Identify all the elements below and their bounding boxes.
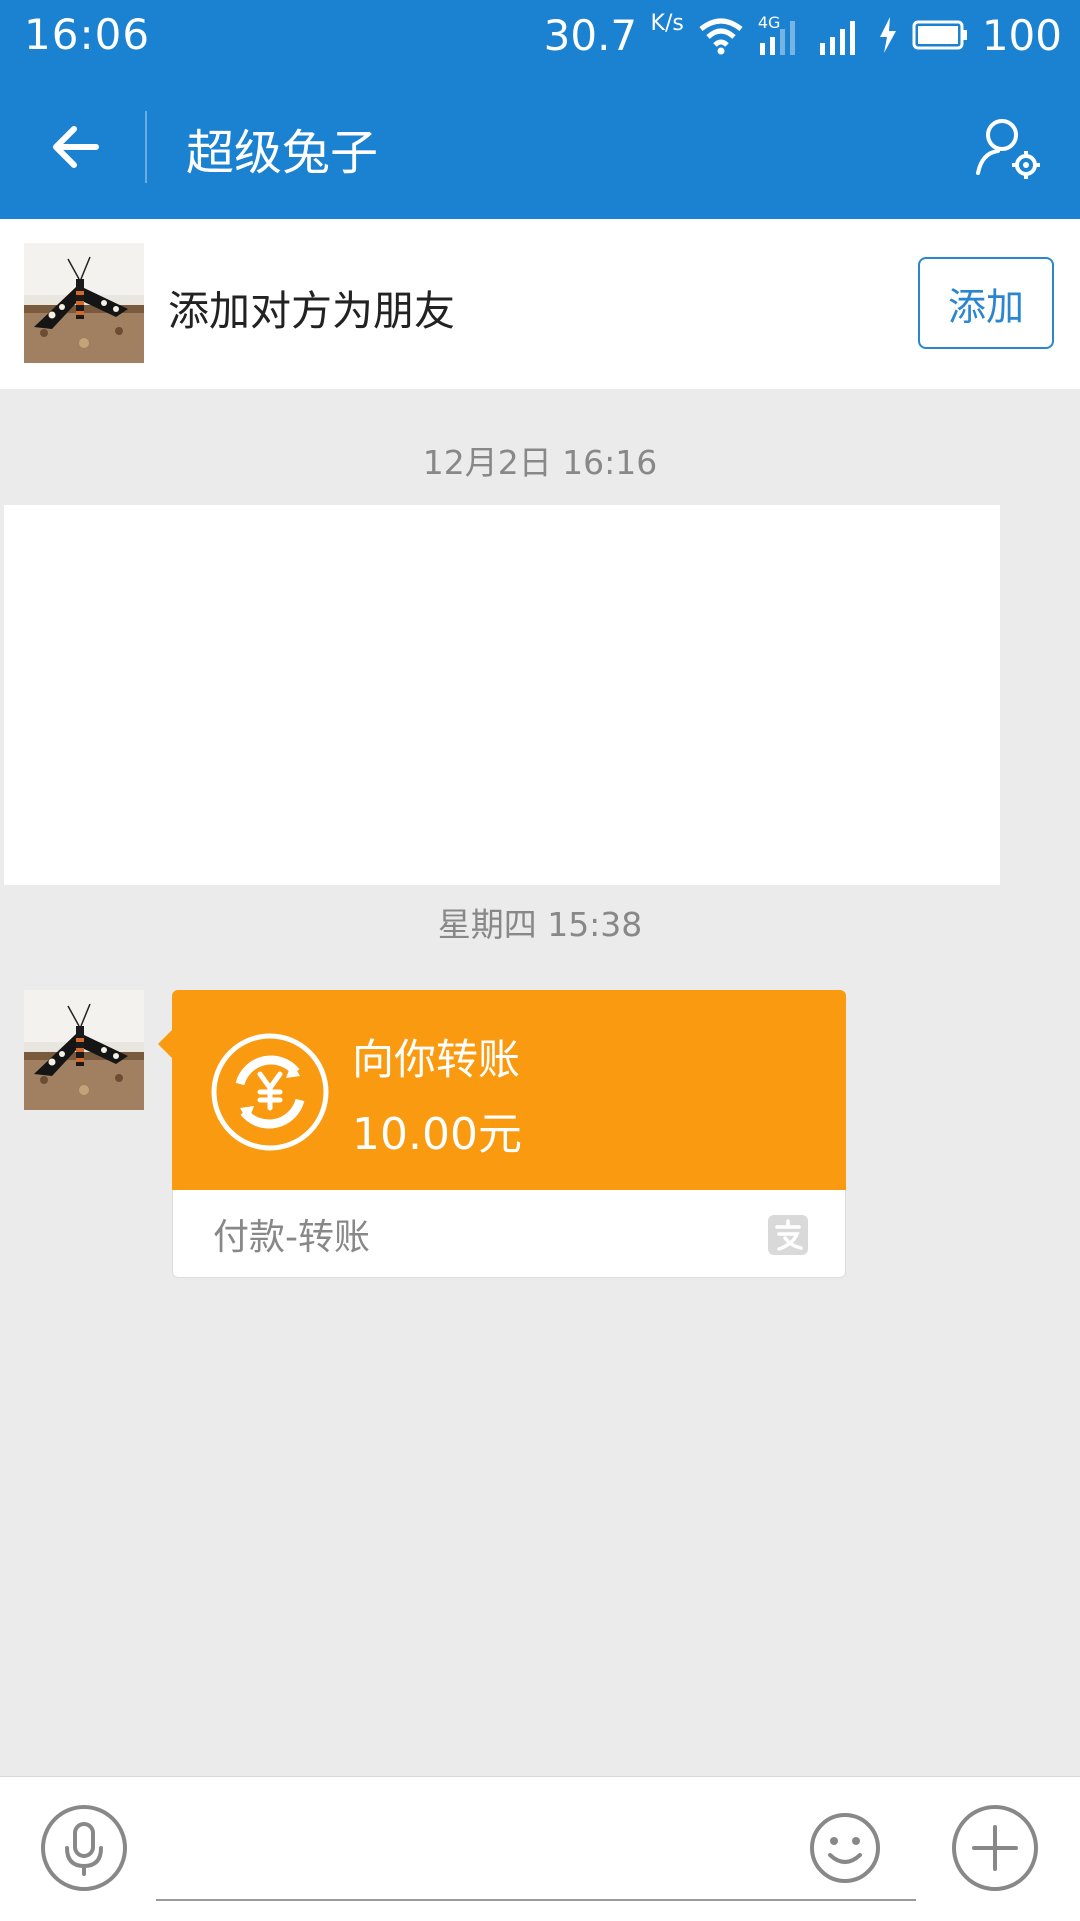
signal-icon [819,21,855,55]
avatar[interactable] [24,243,144,363]
transfer-yuan-icon [211,1033,329,1151]
add-friend-text: 添加对方为朋友 [168,287,455,335]
input-bar [0,1776,1080,1921]
network-speed-value: 30.7 [543,10,638,60]
add-friend-button[interactable]: 添加 [918,257,1054,349]
battery-icon [912,20,967,50]
network-speed-unit: K/s [650,10,684,36]
network-speed: 30.7 K/s [544,11,684,60]
charging-icon [879,17,896,53]
alipay-logo-icon [768,1215,808,1255]
timestamp: 星期四 15:38 [437,905,643,944]
status-time: 16:06 [24,10,151,59]
transfer-card-header: 向你转账 10.00元 [172,990,846,1190]
status-bar: 16:06 30.7 K/s 4G 100 [0,0,1080,75]
moth-avatar-image [24,243,144,363]
bubble-tail [158,1030,172,1058]
message-blank-content [4,505,1000,885]
transfer-card-footer: 付款-转账 [172,1190,846,1278]
sender-avatar[interactable] [24,990,144,1110]
moth-avatar-image [24,990,144,1110]
message-input[interactable] [156,1797,916,1901]
emoji-icon[interactable] [808,1811,882,1885]
user-settings-icon[interactable] [972,111,1044,183]
voice-input-icon[interactable] [40,1804,128,1892]
status-right: 30.7 K/s 4G 100 [544,10,1062,60]
signal-4g-icon: 4G [758,13,804,55]
plus-more-icon[interactable] [950,1803,1040,1893]
page-title: 超级兔子 [186,125,379,181]
back-arrow-icon[interactable] [44,115,108,179]
transfer-amount: 10.00元 [352,1109,522,1160]
transfer-message-card[interactable]: 向你转账 10.00元 付款-转账 [158,990,846,1278]
add-friend-bar: 添加对方为朋友 添加 [0,219,1080,389]
nav-bar: 超级兔子 [0,75,1080,219]
nav-divider [145,111,147,183]
transfer-title: 向你转账 [352,1035,521,1084]
transfer-footer-label: 付款-转账 [213,1217,370,1258]
battery-level: 100 [981,10,1062,60]
timestamp: 12月2日 16:16 [422,443,658,482]
wifi-icon [699,18,743,55]
top-bar: 16:06 30.7 K/s 4G 100 超级兔子 [0,0,1080,219]
